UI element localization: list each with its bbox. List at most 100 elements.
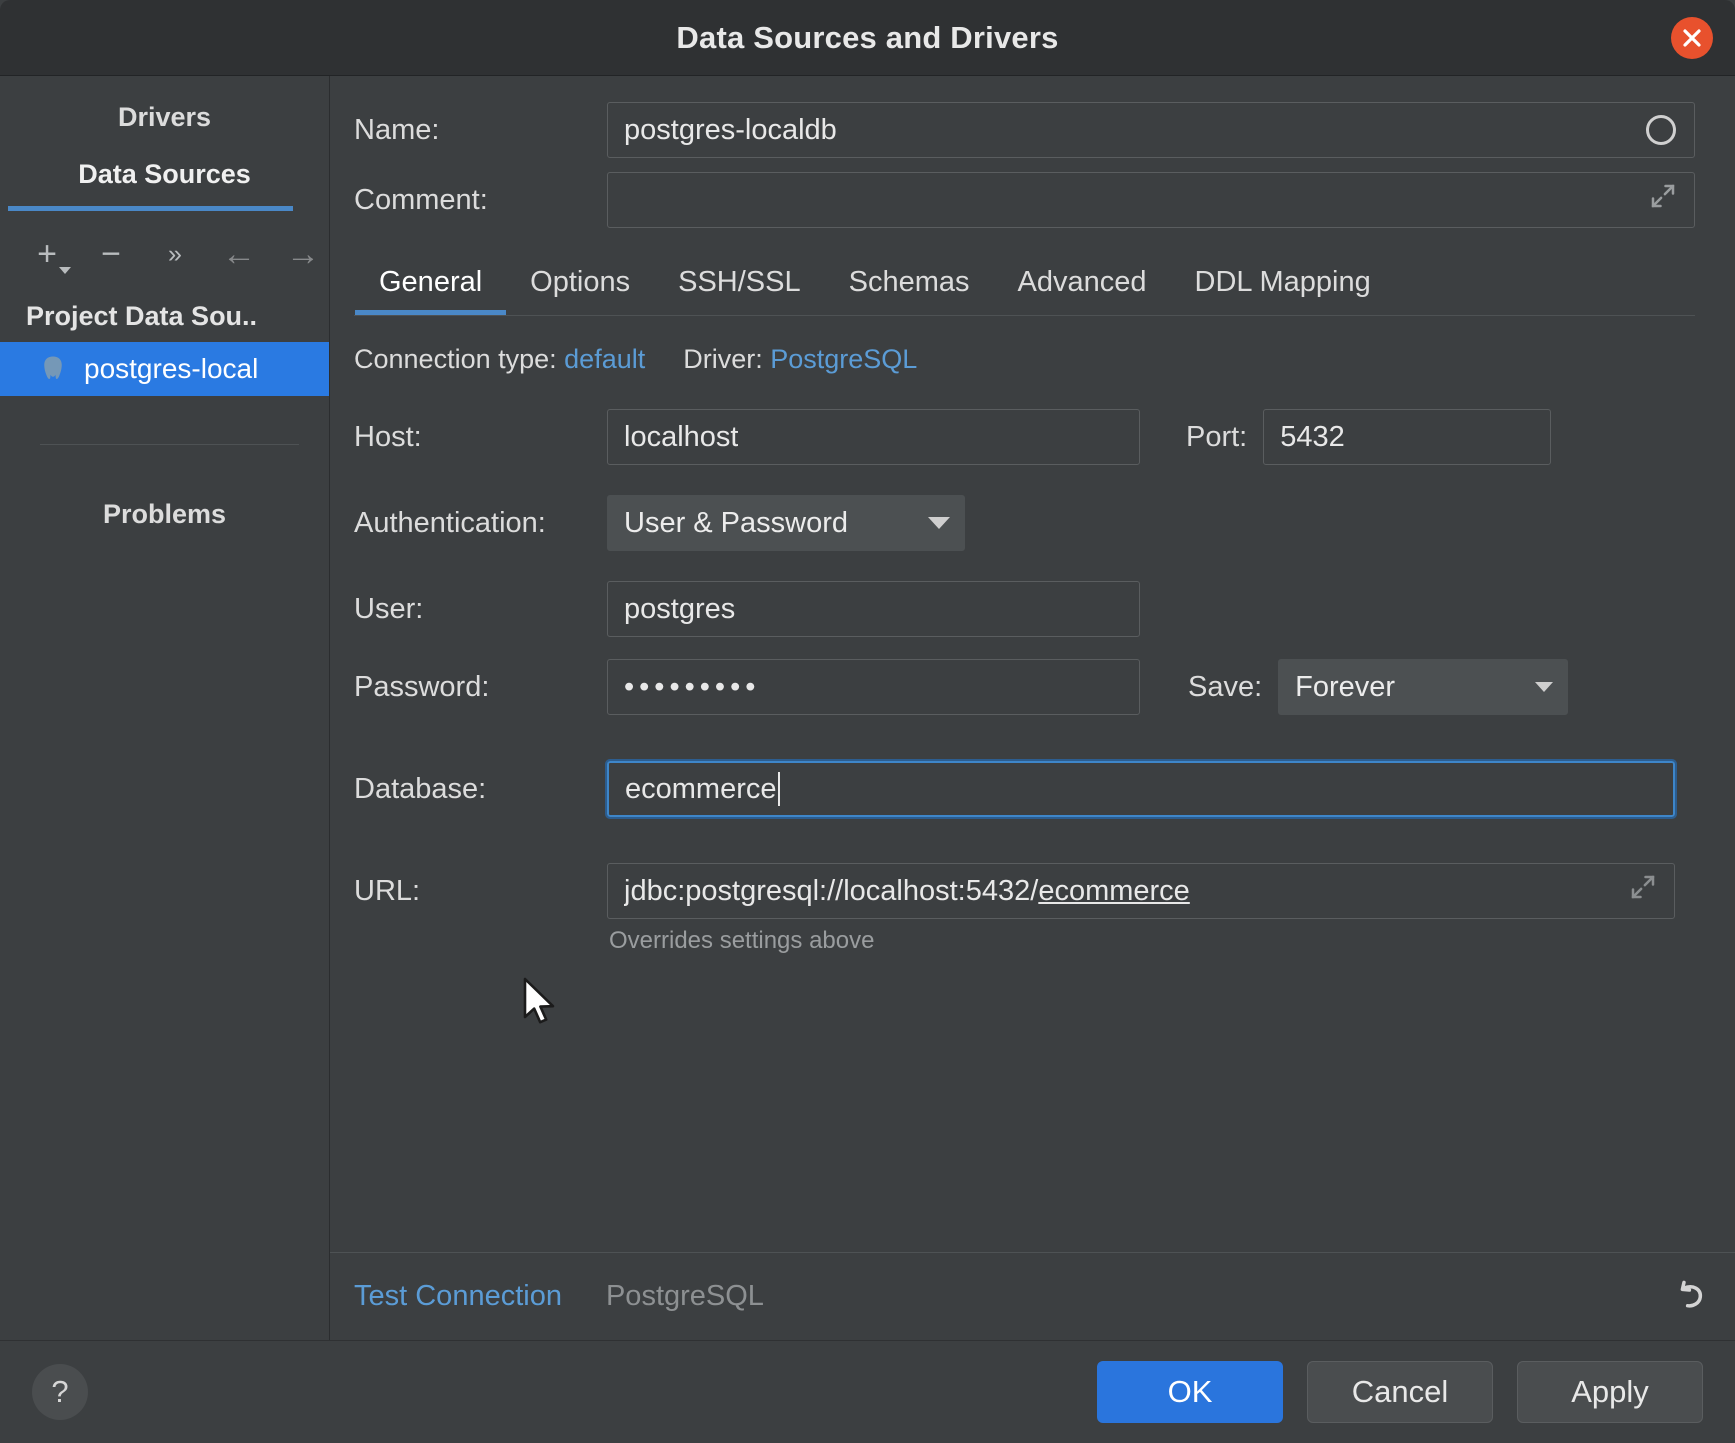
color-circle-icon[interactable] bbox=[1646, 115, 1676, 145]
more-actions-button[interactable]: » bbox=[154, 233, 196, 275]
password-input-value: ••••••••• bbox=[624, 671, 760, 704]
settings-tabs: General Options SSH/SSL Schemas Advanced… bbox=[354, 256, 1695, 315]
user-label: User: bbox=[354, 593, 607, 626]
postgres-elephant-icon bbox=[38, 354, 68, 384]
plus-icon: + bbox=[37, 237, 57, 271]
host-label: Host: bbox=[354, 421, 607, 454]
add-data-source-button[interactable]: + bbox=[26, 233, 68, 275]
user-input[interactable]: postgres bbox=[607, 581, 1140, 637]
connection-type-value[interactable]: default bbox=[564, 344, 645, 374]
tabs-divider bbox=[354, 315, 1695, 316]
tab-advanced[interactable]: Advanced bbox=[994, 256, 1171, 315]
url-hint: Overrides settings above bbox=[609, 927, 1675, 955]
sidebar-item-label: postgres-local bbox=[84, 353, 258, 385]
user-row: User: postgres bbox=[354, 581, 1675, 637]
url-input-value: jdbc:postgresql://localhost:5432/ecommer… bbox=[624, 875, 1190, 908]
password-label: Password: bbox=[354, 671, 607, 704]
port-label: Port: bbox=[1186, 421, 1247, 454]
url-prefix: jdbc:postgresql://localhost:5432/ bbox=[624, 875, 1038, 907]
name-row: Name: postgres-localdb bbox=[354, 102, 1695, 158]
sidebar-tabs: Drivers Data Sources bbox=[0, 76, 329, 211]
port-input[interactable]: 5432 bbox=[1263, 409, 1551, 465]
url-database-segment[interactable]: ecommerce bbox=[1038, 875, 1190, 907]
password-input[interactable]: ••••••••• bbox=[607, 659, 1140, 715]
authentication-label: Authentication: bbox=[354, 507, 607, 540]
comment-input[interactable] bbox=[607, 172, 1695, 228]
name-label: Name: bbox=[354, 114, 607, 147]
url-input[interactable]: jdbc:postgresql://localhost:5432/ecommer… bbox=[607, 863, 1675, 919]
ok-button[interactable]: OK bbox=[1097, 1361, 1283, 1423]
help-button[interactable]: ? bbox=[32, 1364, 88, 1420]
database-row: Database: ecommerce bbox=[354, 761, 1675, 817]
navigate-forward-button[interactable]: → bbox=[282, 233, 324, 275]
driver-value[interactable]: PostgreSQL bbox=[770, 344, 917, 374]
sidebar-toolbar: + − » ← → bbox=[0, 211, 329, 293]
data-sources-and-drivers-dialog: Data Sources and Drivers Drivers Data So… bbox=[0, 0, 1735, 1443]
host-input-value: localhost bbox=[624, 421, 738, 454]
cancel-button[interactable]: Cancel bbox=[1307, 1361, 1493, 1423]
double-chevron-right-icon: » bbox=[168, 242, 182, 267]
revert-icon[interactable] bbox=[1671, 1278, 1709, 1316]
sidebar-tab-drivers[interactable]: Drivers bbox=[0, 90, 329, 147]
connection-meta-row: Connection type: default Driver: Postgre… bbox=[354, 344, 1695, 375]
sidebar-tab-data-sources[interactable]: Data Sources bbox=[0, 147, 329, 204]
action-bar: Test Connection PostgreSQL bbox=[330, 1252, 1735, 1340]
project-data-sources-group-label: Project Data Sou.. bbox=[0, 293, 329, 342]
database-input-value: ecommerce bbox=[625, 773, 777, 806]
arrow-left-icon: ← bbox=[222, 237, 256, 271]
tab-schemas[interactable]: Schemas bbox=[825, 256, 994, 315]
general-form: Host: localhost Port: 5432 Authenticatio… bbox=[354, 409, 1695, 955]
arrow-right-icon: → bbox=[286, 237, 320, 271]
authentication-select[interactable]: User & Password bbox=[607, 495, 965, 551]
dialog-title: Data Sources and Drivers bbox=[676, 20, 1058, 56]
navigate-back-button[interactable]: ← bbox=[218, 233, 260, 275]
url-label: URL: bbox=[354, 875, 607, 908]
comment-row: Comment: bbox=[354, 172, 1695, 228]
host-port-row: Host: localhost Port: 5432 bbox=[354, 409, 1675, 465]
tab-options[interactable]: Options bbox=[506, 256, 654, 315]
expand-icon[interactable] bbox=[1628, 872, 1658, 910]
pane-spacer bbox=[330, 955, 1735, 1252]
sidebar-item-postgres-local[interactable]: postgres-local bbox=[0, 342, 329, 396]
sidebar-spacer bbox=[0, 530, 329, 1340]
sidebar-item-problems[interactable]: Problems bbox=[0, 445, 329, 530]
driver-label: Driver: bbox=[683, 344, 763, 374]
name-input-value: postgres-localdb bbox=[624, 114, 837, 147]
password-row: Password: ••••••••• Save: Forever bbox=[354, 659, 1675, 715]
pane-top: Name: postgres-localdb Comment: bbox=[330, 76, 1735, 955]
dialog-footer: ? OK Cancel Apply bbox=[0, 1340, 1735, 1443]
save-password-select[interactable]: Forever bbox=[1278, 659, 1568, 715]
dialog-body: Drivers Data Sources + − » ← bbox=[0, 76, 1735, 1340]
database-input[interactable]: ecommerce bbox=[607, 761, 1675, 817]
authentication-row: Authentication: User & Password bbox=[354, 495, 1675, 551]
footer-buttons: OK Cancel Apply bbox=[1097, 1361, 1703, 1423]
user-input-value: postgres bbox=[624, 593, 735, 626]
tab-ssh-ssl[interactable]: SSH/SSL bbox=[654, 256, 825, 315]
port-input-value: 5432 bbox=[1280, 421, 1345, 454]
save-password-select-value: Forever bbox=[1295, 671, 1395, 704]
host-input[interactable]: localhost bbox=[607, 409, 1140, 465]
settings-pane: Name: postgres-localdb Comment: bbox=[330, 76, 1735, 1340]
sidebar: Drivers Data Sources + − » ← bbox=[0, 76, 330, 1340]
authentication-select-value: User & Password bbox=[624, 507, 848, 540]
title-bar: Data Sources and Drivers bbox=[0, 0, 1735, 76]
remove-data-source-button[interactable]: − bbox=[90, 233, 132, 275]
apply-button[interactable]: Apply bbox=[1517, 1361, 1703, 1423]
url-row: URL: jdbc:postgresql://localhost:5432/ec… bbox=[354, 863, 1675, 919]
save-password-label: Save: bbox=[1188, 671, 1262, 704]
connection-type-label: Connection type: bbox=[354, 344, 557, 374]
tab-ddl-mapping[interactable]: DDL Mapping bbox=[1171, 256, 1395, 315]
comment-label: Comment: bbox=[354, 184, 607, 217]
chevron-down-icon bbox=[928, 517, 950, 529]
action-bar-driver-name: PostgreSQL bbox=[606, 1280, 764, 1313]
expand-icon[interactable] bbox=[1648, 181, 1678, 219]
minus-icon: − bbox=[101, 237, 121, 271]
chevron-down-icon bbox=[59, 267, 71, 274]
name-input[interactable]: postgres-localdb bbox=[607, 102, 1695, 158]
chevron-down-icon bbox=[1535, 682, 1553, 692]
text-caret bbox=[778, 772, 780, 806]
tab-general[interactable]: General bbox=[355, 256, 506, 315]
close-icon[interactable] bbox=[1671, 17, 1713, 59]
test-connection-button[interactable]: Test Connection bbox=[354, 1280, 562, 1313]
database-label: Database: bbox=[354, 773, 607, 806]
